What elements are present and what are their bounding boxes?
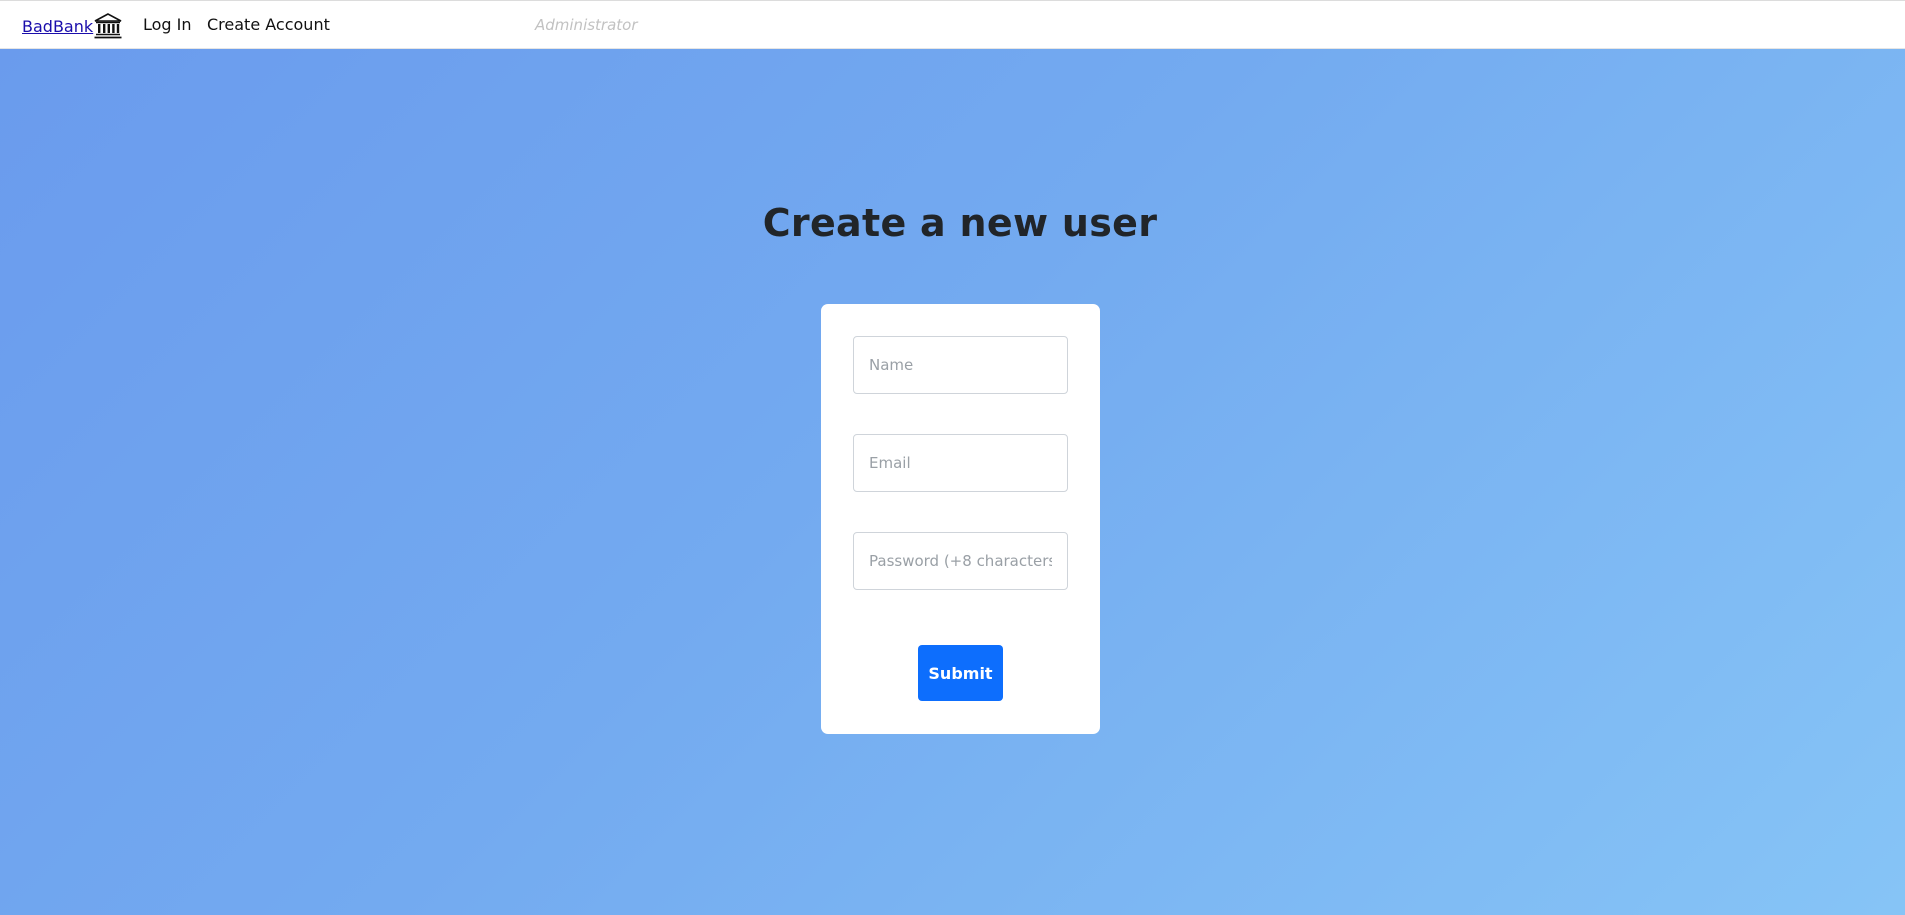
- name-input[interactable]: [853, 336, 1068, 394]
- nav-login-link[interactable]: Log In: [143, 15, 192, 34]
- bank-building-icon: [94, 13, 122, 39]
- main-content: Create a new user Submit: [0, 49, 1905, 915]
- email-input[interactable]: [853, 434, 1068, 492]
- create-user-form: Submit: [821, 304, 1100, 734]
- role-label: Administrator: [535, 16, 638, 34]
- top-navbar: BadBank Log In Create Account Administra…: [0, 0, 1905, 49]
- password-input[interactable]: [853, 532, 1068, 590]
- page-title: Create a new user: [762, 201, 1158, 245]
- brand-label: BadBank: [22, 16, 94, 36]
- submit-button[interactable]: Submit: [918, 645, 1003, 701]
- nav-create-account-link[interactable]: Create Account: [207, 15, 330, 34]
- brand-link[interactable]: BadBank: [22, 13, 122, 39]
